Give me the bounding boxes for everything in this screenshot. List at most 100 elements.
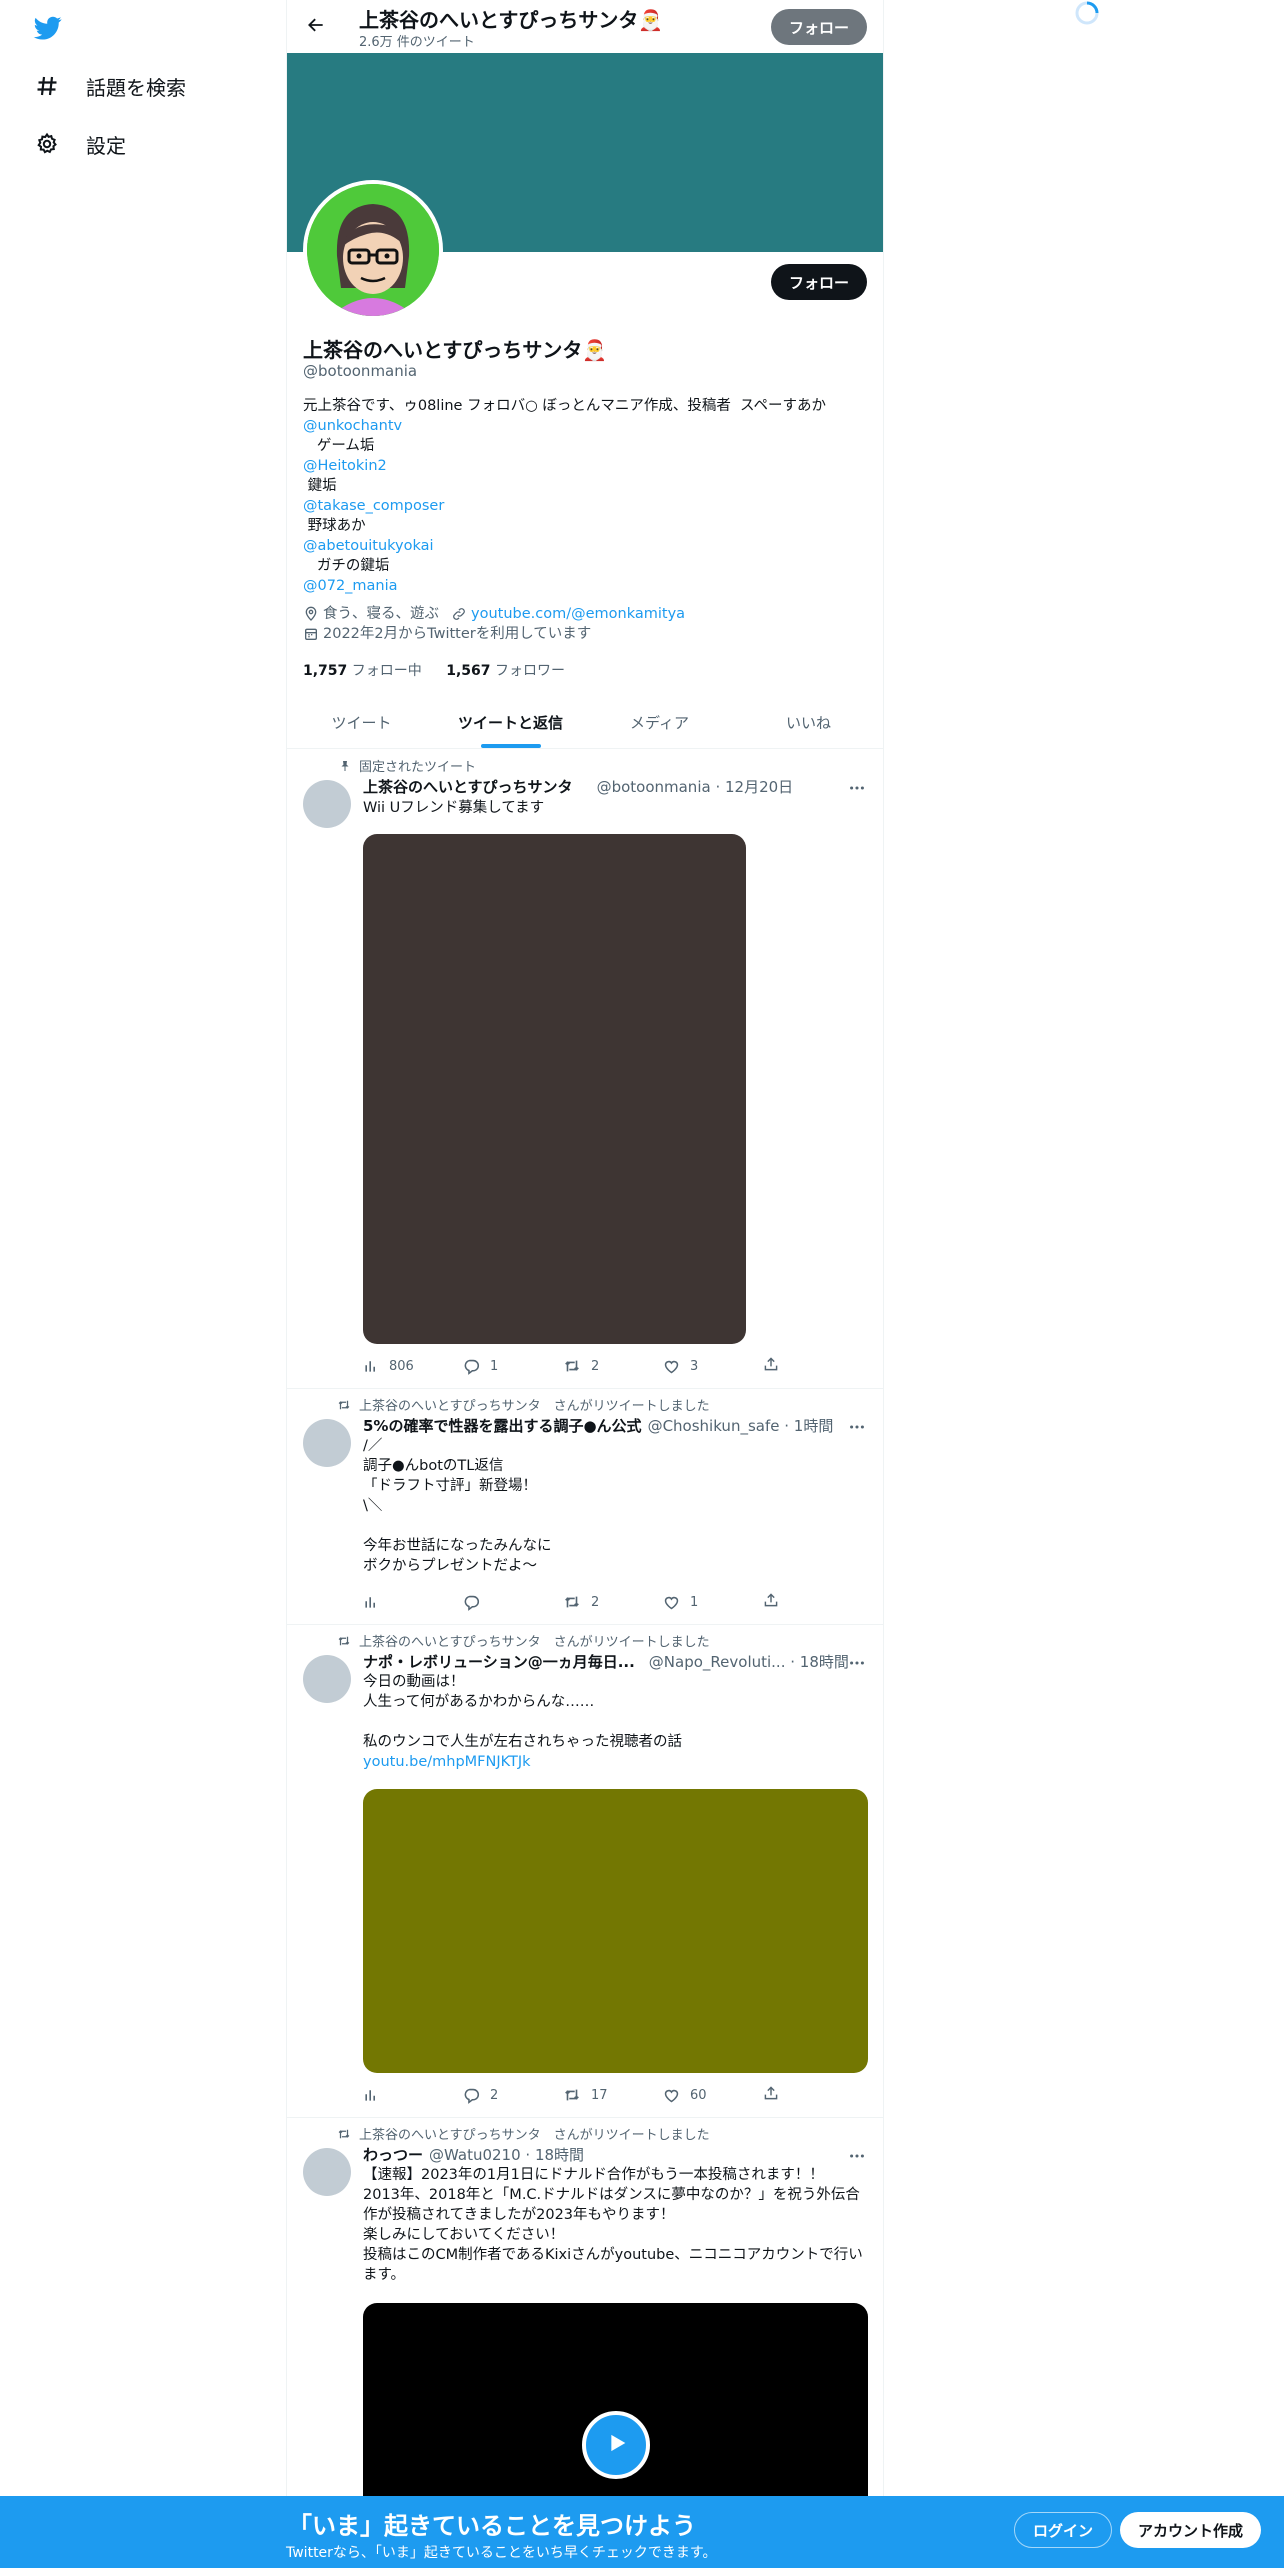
tweet-retweet[interactable]: 上茶谷のへいとすぴっちサンタ さんがリツイートしました 5%の確率で性器を露出す…: [287, 1389, 883, 1625]
back-button[interactable]: [299, 10, 333, 44]
retweet-context-icon: [335, 1398, 351, 1412]
share-icon: [763, 2085, 779, 2105]
tweet-avatar[interactable]: [303, 1419, 351, 1467]
login-button[interactable]: ログイン: [1014, 2512, 1113, 2548]
tweet-text-line: ボクからプレゼントだよ〜: [363, 1558, 537, 1574]
tweet-avatar[interactable]: [303, 1655, 351, 1703]
tweet-context-label: 固定されたツイート: [359, 760, 477, 775]
tweet-text-line: 「ドラフト寸評」新登場！: [363, 1478, 537, 1494]
tab-tweets-and-replies[interactable]: ツイートと返信: [436, 696, 585, 748]
share-button[interactable]: [763, 1356, 779, 1376]
followers-label: フォロワー: [494, 663, 565, 679]
tweet-text-line: [363, 1712, 868, 1732]
tab-likes[interactable]: いいね: [734, 696, 883, 748]
reply-icon: [463, 1594, 480, 1611]
tweet-media[interactable]: [363, 834, 746, 1344]
tweet-text-line: \＼: [363, 1498, 383, 1514]
reply-button[interactable]: [463, 1594, 563, 1611]
tweet-avatar[interactable]: [303, 780, 351, 828]
like-count: 1: [690, 1594, 699, 1610]
bio-mention-link[interactable]: @072_mania: [303, 576, 863, 596]
profile-joined-date: 2022年2月からTwitterを利用しています: [323, 626, 592, 642]
share-button[interactable]: [763, 2085, 779, 2105]
following-link[interactable]: 1,757 フォロー中: [303, 663, 422, 679]
retweet-button[interactable]: 17: [563, 2086, 663, 2104]
reply-button[interactable]: 1: [463, 1358, 563, 1375]
tweet-media[interactable]: [363, 1789, 868, 2073]
like-button[interactable]: 60: [663, 2087, 763, 2104]
tweet-text-line: [363, 1516, 868, 1536]
tweet-avatar[interactable]: [303, 2148, 351, 2196]
tweet-time[interactable]: 1時間: [794, 1415, 834, 1436]
retweet-button[interactable]: 2: [563, 1357, 663, 1375]
like-button[interactable]: 3: [663, 1358, 763, 1375]
tweet-author-handle[interactable]: @Watu0210: [429, 2146, 521, 2164]
reply-icon: [463, 2087, 480, 2104]
views-button[interactable]: 806: [363, 1358, 463, 1374]
more-options-icon[interactable]: [847, 2146, 867, 2166]
profile-url-link[interactable]: youtube.com/@emonkamitya: [471, 604, 685, 624]
tweet-author-handle[interactable]: @botoonmania: [597, 778, 711, 796]
nav-item-label: 設定: [86, 133, 126, 158]
tweet-text-line: Wii Uフレンド募集してます: [363, 800, 545, 816]
play-video-button[interactable]: [581, 2411, 650, 2479]
tweet-author-handle[interactable]: @Napo_Revoluti...: [649, 1653, 786, 1671]
tweet-pinned[interactable]: 固定されたツイート 上茶谷のへいとすぴっちサンタ @botoonmania · …: [287, 750, 883, 1389]
retweet-count: 2: [591, 1358, 600, 1374]
analytics-icon: [363, 2087, 379, 2103]
play-icon: [602, 2429, 630, 2461]
analytics-icon: [363, 1358, 379, 1374]
more-options-icon[interactable]: [847, 1417, 867, 1437]
tweet-text-line: 私のウンコで人生が左右されちゃった視聴者の話: [363, 1734, 682, 1750]
header-follow-button[interactable]: フォロー: [770, 9, 867, 45]
retweet-context-icon: [335, 2127, 351, 2141]
retweet-count: 2: [591, 1594, 600, 1610]
tweet-author-name[interactable]: わっつー: [363, 2144, 423, 2165]
tweet-retweet[interactable]: 上茶谷のへいとすぴっちサンタ さんがリツイートしました ナポ・レボリューション@…: [287, 1625, 883, 2118]
tweet-actions: 2 17 60: [363, 2085, 783, 2105]
like-button[interactable]: 1: [663, 1594, 763, 1611]
follow-button[interactable]: フォロー: [770, 264, 867, 300]
tweet-author-name[interactable]: 上茶谷のへいとすぴっちサンタ: [363, 776, 573, 797]
tweet-time[interactable]: 18時間: [535, 2144, 584, 2165]
tab-tweets[interactable]: ツイート: [287, 696, 436, 748]
tweet-text-line: 投稿はこのCM制作者であるKixiさんがyoutube、ニコニコアカウントで行い: [363, 2247, 863, 2263]
nav-item-explore[interactable]: 話題を検索: [34, 66, 186, 106]
twitter-logo-icon[interactable]: [32, 14, 64, 42]
retweet-button[interactable]: 2: [563, 1593, 663, 1611]
views-button[interactable]: [363, 2087, 463, 2103]
tweet-context: 上茶谷のへいとすぴっちサンタ さんがリツイートしました: [335, 1395, 710, 1414]
bio-mention-link[interactable]: @abetouitukyokai: [303, 536, 863, 556]
tweet-time[interactable]: 18時間: [800, 1651, 849, 1672]
tweet-time[interactable]: 12月20日: [725, 776, 793, 797]
tweet-author-name[interactable]: ナポ・レボリューション@一ヵ月毎日...: [363, 1651, 635, 1672]
profile-avatar[interactable]: [303, 180, 443, 320]
pin-icon: [335, 760, 351, 772]
bio-mention-link[interactable]: @Heitokin2: [303, 456, 863, 476]
more-options-icon[interactable]: [847, 1653, 867, 1673]
bio-text: 鍵垢: [303, 478, 337, 494]
bio-mention-link[interactable]: @unkochantv: [303, 416, 863, 436]
share-button[interactable]: [763, 1592, 779, 1612]
tweet-header: 5%の確率で性器を露出する調子●ん公式 @Choshikun_safe · 1時…: [363, 1415, 834, 1436]
create-account-button[interactable]: アカウント作成: [1120, 2512, 1262, 2548]
views-button[interactable]: [363, 1594, 463, 1610]
tweet-link[interactable]: youtu.be/mhpMFNJKTJk: [363, 1752, 868, 1772]
retweet-icon: [563, 1593, 581, 1611]
tweet-author-name[interactable]: 5%の確率で性器を露出する調子●ん公式: [363, 1415, 642, 1436]
tweet-retweet[interactable]: 上茶谷のへいとすぴっちサンタ さんがリツイートしました わっつー @Watu02…: [287, 2118, 883, 2496]
followers-link[interactable]: 1,567 フォロワー: [446, 663, 565, 679]
tweet-context-label: 上茶谷のへいとすぴっちサンタ さんがリツイートしました: [359, 1399, 710, 1414]
tweet-video[interactable]: [363, 2303, 868, 2496]
reply-button[interactable]: 2: [463, 2087, 563, 2104]
bio-text: 元上茶谷です、ゥ08line フォロバ○ ぼっとんマニア作成、投稿者 スペーすあ…: [303, 398, 827, 414]
more-options-icon[interactable]: [847, 778, 867, 798]
tab-media[interactable]: メディア: [585, 696, 734, 748]
nav-item-settings[interactable]: 設定: [34, 124, 126, 164]
views-count: 806: [389, 1358, 414, 1374]
gear-icon: [34, 131, 60, 157]
tweet-context-label: 上茶谷のへいとすぴっちサンタ さんがリツイートしました: [359, 1635, 710, 1650]
bio-mention-link[interactable]: @takase_composer: [303, 496, 863, 516]
share-icon: [763, 1356, 779, 1376]
tweet-author-handle[interactable]: @Choshikun_safe: [648, 1417, 780, 1435]
